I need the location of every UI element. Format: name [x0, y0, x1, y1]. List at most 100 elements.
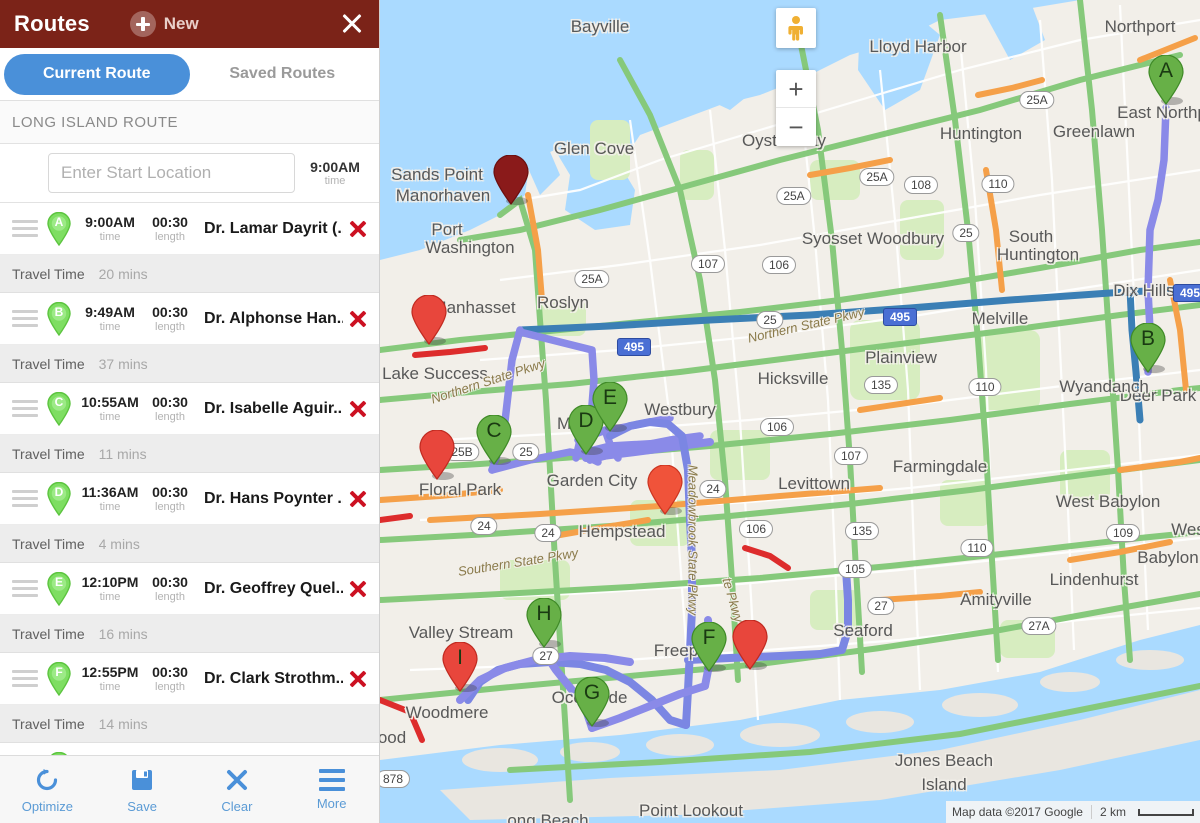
stop-pin-icon: E: [46, 571, 72, 606]
drag-handle-icon[interactable]: [12, 669, 38, 688]
map-marker-b[interactable]: B: [1129, 322, 1167, 373]
drag-handle-icon[interactable]: [12, 489, 38, 508]
travel-time-label: Travel Time: [12, 355, 85, 372]
drag-handle-icon[interactable]: [12, 579, 38, 598]
drag-handle-icon[interactable]: [12, 219, 38, 238]
stop-row[interactable]: D 11:36AM time 00:30 length Dr. Hans Poynt…: [0, 473, 379, 525]
map-marker-pin[interactable]: [418, 429, 456, 480]
stop-time[interactable]: 11:36AM time: [76, 484, 144, 513]
highway-shield: 105: [837, 560, 873, 578]
stop-pin-icon: B: [46, 301, 72, 336]
stop-time[interactable]: 12:10PM time: [76, 574, 144, 603]
map-marker-i[interactable]: I: [441, 641, 479, 692]
stop-name: Dr. Lamar Dayrit (...: [204, 219, 343, 237]
map-marker-pin[interactable]: [731, 619, 769, 670]
highway-shield: 25: [952, 224, 980, 242]
highway-shield: 107: [690, 255, 726, 273]
highway-shield: 25: [512, 443, 540, 461]
drag-handle-icon[interactable]: [12, 399, 38, 418]
route-tabs: Current Route Saved Routes: [0, 48, 379, 101]
stop-row[interactable]: E 12:10PM time 00:30 length Dr. Geoffrey Q…: [0, 563, 379, 615]
stop-length[interactable]: 00:30length: [144, 574, 196, 603]
travel-time-label: Travel Time: [12, 715, 85, 732]
more-button[interactable]: More: [284, 768, 379, 811]
map-marker-h[interactable]: H: [525, 597, 563, 648]
close-icon[interactable]: [339, 11, 365, 37]
map-marker-a[interactable]: A: [1147, 54, 1185, 105]
stop-name: Dr. Isabelle Aguir...: [204, 399, 343, 417]
travel-time-label: Travel Time: [12, 535, 85, 552]
map-marker-pin[interactable]: [410, 294, 448, 345]
delete-stop-button[interactable]: [347, 488, 369, 510]
pegman-icon: [788, 16, 803, 41]
hamburger-icon: [318, 768, 345, 791]
stop-row[interactable]: F 12:55PM time 00:30 length Dr. Clark Stro…: [0, 653, 379, 705]
save-button[interactable]: Save: [95, 766, 190, 814]
travel-time-value: 14 mins: [98, 715, 148, 732]
route-name-label: LONG ISLAND ROUTE: [0, 101, 379, 144]
stop-length[interactable]: 00:30length: [144, 304, 196, 333]
new-route-label: New: [163, 14, 199, 33]
zoom-out-button[interactable]: −: [776, 108, 816, 146]
drag-handle-icon[interactable]: [12, 309, 38, 328]
street-view-pegman-button[interactable]: [776, 8, 816, 48]
delete-stop-button[interactable]: [347, 398, 369, 420]
delete-stop-button[interactable]: [347, 578, 369, 600]
save-label: Save: [127, 798, 157, 814]
highway-shield: 25A: [859, 168, 895, 186]
clear-button[interactable]: Clear: [190, 766, 285, 814]
stop-time[interactable]: 12:55PM time: [76, 664, 144, 693]
page-title: Routes: [14, 11, 90, 36]
map-marker-pin[interactable]: [492, 154, 530, 205]
map-marker-c[interactable]: C: [475, 414, 513, 465]
map-attribution: Map data ©2017 Google 2 km: [946, 801, 1200, 823]
travel-time-row: Travel Time 11 mins: [0, 435, 379, 473]
tab-current-route[interactable]: Current Route: [4, 53, 190, 95]
attribution-text: Map data ©2017 Google: [952, 805, 1083, 819]
stop-list[interactable]: A 9:00AM time 00:30 length Dr. Lamar Dayri…: [0, 203, 379, 755]
stop-row[interactable]: B 9:49AM time 00:30 length Dr. Alphonse Ha…: [0, 293, 379, 345]
travel-time-label: Travel Time: [12, 625, 85, 642]
stop-time[interactable]: 9:49AM time: [76, 304, 144, 333]
stop-length[interactable]: 00:30length: [144, 484, 196, 513]
highway-shield: 27A: [1021, 617, 1057, 635]
optimize-button[interactable]: Optimize: [0, 766, 95, 814]
highway-shield: 495: [1172, 284, 1200, 302]
map-marker-g[interactable]: G: [573, 676, 611, 727]
stop-length[interactable]: 00:30length: [144, 664, 196, 693]
start-time[interactable]: 9:00AM time: [301, 159, 369, 187]
map-marker-f[interactable]: F: [690, 621, 728, 672]
stop-name: Dr. Geoffrey Quel...: [204, 579, 343, 597]
stop-row[interactable]: G 1:39PMtime 00:30length Dr. Lee Clarson…: [0, 743, 379, 755]
start-location-input[interactable]: [48, 153, 295, 193]
tab-saved-routes[interactable]: Saved Routes: [190, 54, 376, 95]
highway-shield: 110: [960, 539, 994, 557]
stop-length[interactable]: 00:30length: [144, 394, 196, 423]
map-canvas[interactable]: Bayville Lloyd Harbor Northport Glen Cove Oy…: [380, 0, 1200, 823]
delete-stop-button[interactable]: [347, 308, 369, 330]
scale-label: 2 km: [1099, 805, 1126, 819]
stop-time[interactable]: 10:55AM time: [76, 394, 144, 423]
travel-time-value: 37 mins: [98, 355, 148, 372]
refresh-icon: [37, 768, 58, 790]
new-route-button[interactable]: New: [129, 11, 199, 37]
map-zoom-control: + −: [776, 70, 816, 146]
delete-stop-button[interactable]: [347, 218, 369, 240]
panel-header: Routes New: [0, 0, 379, 48]
clear-label: Clear: [221, 798, 253, 814]
map-marker-e[interactable]: E: [591, 381, 629, 432]
travel-time-label: Travel Time: [12, 265, 85, 282]
travel-time-value: 4 mins: [98, 535, 140, 552]
highway-shield: 107: [833, 447, 869, 465]
highway-shield: 495: [882, 308, 918, 326]
stop-time[interactable]: 9:00AM time: [76, 214, 144, 243]
stop-row[interactable]: C 10:55AM time 00:30 length Dr. Isabelle A…: [0, 383, 379, 435]
attribution-divider: [1090, 805, 1092, 819]
zoom-in-button[interactable]: +: [776, 70, 816, 108]
stop-row[interactable]: A 9:00AM time 00:30 length Dr. Lamar Dayri…: [0, 203, 379, 255]
map-marker-pin[interactable]: [646, 464, 684, 515]
optimize-label: Optimize: [21, 798, 74, 814]
delete-stop-button[interactable]: [347, 668, 369, 690]
stop-length[interactable]: 00:30length: [144, 214, 196, 243]
stop-pin-icon: A: [46, 211, 72, 246]
